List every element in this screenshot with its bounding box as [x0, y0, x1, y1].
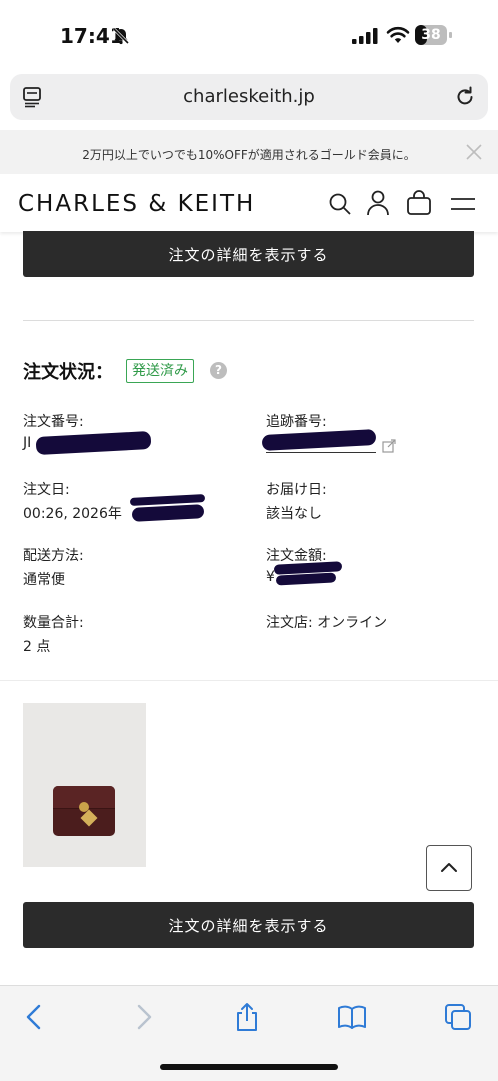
close-icon[interactable] — [464, 142, 484, 162]
quantity-label: 数量合計: — [23, 615, 84, 631]
button-label: 注文の詳細を表示する — [168, 245, 329, 264]
order-number-value: JI — [23, 435, 32, 451]
forward-icon[interactable] — [128, 1002, 158, 1032]
help-icon[interactable]: ? — [210, 362, 227, 379]
view-order-details-button[interactable]: 注文の詳細を表示する — [23, 231, 474, 277]
button-label: 注文の詳細を表示する — [168, 916, 329, 935]
wifi-icon — [386, 26, 410, 43]
shipping-method-value: 通常便 — [23, 572, 65, 588]
link-underline — [266, 452, 376, 453]
delivery-date-value: 該当なし — [266, 506, 322, 522]
tracking-number-label: 追跡番号: — [266, 414, 327, 430]
status-badge: 発送済み — [126, 359, 194, 383]
external-link-icon[interactable] — [382, 439, 396, 453]
bookmarks-icon[interactable] — [337, 1002, 367, 1032]
brand-logo[interactable]: CHARLES & KEITH — [18, 191, 255, 217]
quantity-value: 2 点 — [23, 639, 51, 655]
search-icon[interactable] — [328, 192, 352, 216]
order-number-label: 注文番号: — [23, 414, 84, 430]
redaction-mark — [35, 431, 152, 455]
product-image[interactable] — [23, 703, 146, 867]
back-to-top-button[interactable] — [426, 845, 472, 891]
shopping-bag-icon[interactable] — [406, 190, 432, 216]
view-order-details-button[interactable]: 注文の詳細を表示する — [23, 902, 474, 948]
reload-icon[interactable] — [454, 85, 476, 107]
order-date-value: 00:26, 2026年 — [23, 506, 122, 522]
home-indicator — [160, 1064, 338, 1070]
cellular-signal-icon — [352, 28, 378, 44]
redaction-mark — [275, 572, 337, 586]
battery-percent: 38 — [421, 27, 441, 43]
promo-text[interactable]: 2万円以上でいつでも10%OFFが適用されるゴールド会員に。 — [0, 146, 498, 163]
delivery-date-label: お届け日: — [266, 482, 327, 498]
store-label: 注文店: オンライン — [266, 615, 388, 631]
tabs-icon[interactable] — [443, 1002, 473, 1032]
chevron-up-icon — [441, 863, 457, 872]
url-text[interactable]: charleskeith.jp — [0, 86, 498, 107]
shipping-method-label: 配送方法: — [23, 548, 84, 564]
order-date-label: 注文日: — [23, 482, 70, 498]
tracking-number-link[interactable] — [261, 429, 377, 451]
hamburger-menu-icon[interactable] — [450, 192, 476, 216]
account-icon[interactable] — [366, 190, 390, 216]
battery-indicator: 38 — [415, 25, 453, 45]
divider — [0, 680, 498, 681]
wallet-product-picture — [53, 786, 115, 836]
order-status-label: 注文状況： — [23, 362, 113, 383]
back-icon[interactable] — [20, 1002, 50, 1032]
share-icon[interactable] — [232, 1002, 262, 1032]
divider — [23, 320, 474, 321]
redaction-mark — [131, 504, 205, 522]
bell-slash-icon — [112, 27, 130, 45]
